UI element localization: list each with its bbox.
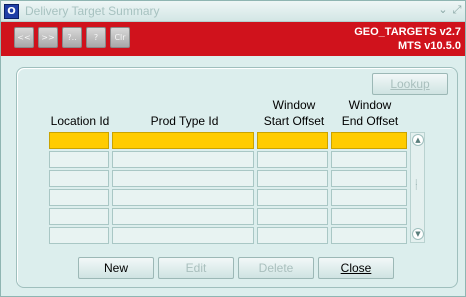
- window-start-offset-field[interactable]: [257, 170, 328, 187]
- window-end-offset-field[interactable]: [331, 132, 407, 149]
- maximize-icon[interactable]: ⤢: [451, 4, 463, 16]
- toolbar: << >> ?.. ? Clr GEO_TARGETS v2.7 MTS v10…: [1, 22, 465, 56]
- window-start-offset-field[interactable]: [257, 208, 328, 225]
- form-version: GEO_TARGETS v2.7: [354, 26, 461, 38]
- grid-scrollbar[interactable]: ▲ ⁝ ⁝ ▼: [410, 132, 425, 243]
- column-header-line1: [112, 97, 257, 113]
- column-header-line2: Start Offset: [263, 114, 325, 128]
- title-bar[interactable]: O Delivery Target Summary ⌄ ⤢: [1, 1, 465, 22]
- window-start-offset-field[interactable]: [257, 151, 328, 168]
- edit-button[interactable]: Edit: [158, 257, 234, 279]
- location-id-field[interactable]: [49, 170, 109, 187]
- scroll-grip-icon[interactable]: ⁝ ⁝: [415, 179, 421, 194]
- location-id-field[interactable]: [49, 227, 109, 244]
- location-id-field[interactable]: [49, 132, 109, 149]
- minimize-icon[interactable]: ⌄: [437, 4, 449, 16]
- help-button[interactable]: ?: [86, 27, 106, 48]
- location-id-field[interactable]: [49, 208, 109, 225]
- prod-type-id-field[interactable]: [112, 151, 254, 168]
- delete-button[interactable]: Delete: [238, 257, 314, 279]
- delivery-target-summary-window: O Delivery Target Summary ⌄ ⤢ << >> ?.. …: [0, 0, 466, 297]
- column-header-prod-type-id: Prod Type Id: [112, 97, 257, 129]
- prod-type-id-field[interactable]: [112, 208, 254, 225]
- close-button[interactable]: Close: [318, 257, 394, 279]
- window-start-offset-field[interactable]: [257, 227, 328, 244]
- column-header-line2: End Offset: [341, 114, 399, 128]
- column-header-location-id: Location Id: [49, 97, 111, 129]
- window-end-offset-field[interactable]: [331, 189, 407, 206]
- clear-button[interactable]: Clr: [110, 27, 130, 48]
- prod-type-id-field[interactable]: [112, 227, 254, 244]
- version-info: GEO_TARGETS v2.7 MTS v10.5.0: [354, 25, 461, 53]
- window-end-offset-field[interactable]: [331, 151, 407, 168]
- column-header-line1: Window: [348, 98, 392, 112]
- search-button[interactable]: ?..: [62, 27, 82, 48]
- window-end-offset-field[interactable]: [331, 208, 407, 225]
- column-header-line2: Prod Type Id: [150, 114, 219, 128]
- scroll-down-icon[interactable]: ▼: [412, 228, 424, 240]
- column-header-line1: [49, 97, 111, 113]
- prod-type-id-field[interactable]: [112, 170, 254, 187]
- column-header-line2: Location Id: [50, 114, 110, 128]
- system-version: MTS v10.5.0: [398, 40, 461, 52]
- prod-type-id-field[interactable]: [112, 132, 254, 149]
- location-id-field[interactable]: [49, 189, 109, 206]
- column-header-line1: Window: [272, 98, 316, 112]
- prod-type-id-field[interactable]: [112, 189, 254, 206]
- first-record-button[interactable]: <<: [14, 27, 34, 48]
- scroll-up-icon[interactable]: ▲: [412, 134, 424, 146]
- last-record-button[interactable]: >>: [38, 27, 58, 48]
- close-button-label: Close: [340, 261, 372, 275]
- column-header-window-start-offset: Window Start Offset: [257, 97, 331, 129]
- location-id-field[interactable]: [49, 151, 109, 168]
- window-start-offset-field[interactable]: [257, 132, 328, 149]
- window-end-offset-field[interactable]: [331, 227, 407, 244]
- window-end-offset-field[interactable]: [331, 170, 407, 187]
- lookup-button-label: Lookup: [390, 77, 430, 91]
- column-header-window-end-offset: Window End Offset: [331, 97, 409, 129]
- oracle-forms-app-icon: O: [4, 4, 19, 19]
- window-title: Delivery Target Summary: [25, 4, 160, 18]
- new-button[interactable]: New: [78, 257, 154, 279]
- lookup-button[interactable]: Lookup: [372, 73, 448, 95]
- window-start-offset-field[interactable]: [257, 189, 328, 206]
